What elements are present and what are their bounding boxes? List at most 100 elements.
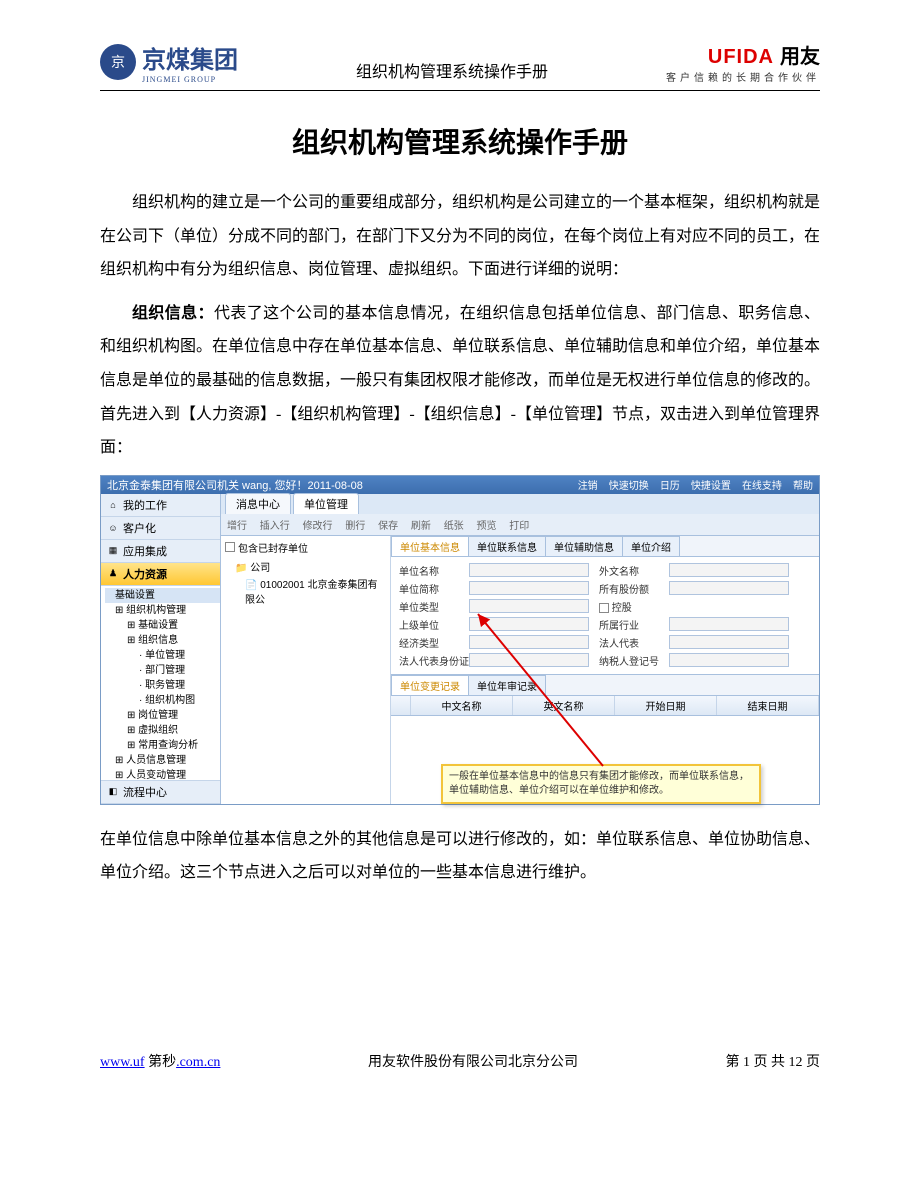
tree-node[interactable]: ⊞ 组织信息: [105, 633, 220, 648]
form-input[interactable]: [669, 563, 789, 577]
page-header: 京 京煤集团 JINGMEI GROUP 组织机构管理系统操作手册 UFIDA用…: [100, 40, 820, 88]
form-input[interactable]: [469, 581, 589, 595]
toolbar-save[interactable]: 保存: [378, 521, 398, 532]
sidebar-item-customer[interactable]: ☺客户化: [101, 517, 220, 540]
form-input[interactable]: [669, 653, 789, 667]
tb-link-help[interactable]: 帮助: [793, 481, 813, 492]
tb-link-shortcut[interactable]: 快捷设置: [691, 481, 731, 492]
tree-node[interactable]: ⊞ 组织机构管理: [105, 603, 220, 618]
tree-pane: 包含已封存单位 📁 公司 📄 01002001 北京金泰集团有限公: [221, 536, 391, 804]
toolbar-delete[interactable]: 删行: [345, 521, 365, 532]
logo-icon: 京: [100, 44, 136, 80]
tab-messages[interactable]: 消息中心: [225, 493, 291, 514]
paragraph-2: 组织信息：代表了这个公司的基本信息情况，在组织信息包括单位信息、部门信息、职务信…: [100, 297, 820, 465]
subtab-aux[interactable]: 单位辅助信息: [545, 536, 623, 556]
form-label: 所属行业: [599, 617, 659, 632]
tb-link-calendar[interactable]: 日历: [660, 481, 680, 492]
form-input[interactable]: [469, 653, 589, 667]
form-input[interactable]: [469, 635, 589, 649]
form-label: 单位类型: [399, 599, 459, 614]
ufida-logo-block: UFIDA用友 客户信赖的长期合作伙伴: [666, 40, 820, 84]
form-label: 控股: [599, 599, 659, 614]
tree-node[interactable]: · 职务管理: [105, 678, 220, 693]
header-divider: [100, 90, 820, 91]
include-archived-checkbox[interactable]: 包含已封存单位: [225, 540, 386, 555]
sidebar-item-integration[interactable]: ▦应用集成: [101, 540, 220, 563]
tb-link-logout[interactable]: 注销: [578, 481, 598, 492]
toolbar-print[interactable]: 打印: [509, 521, 529, 532]
tb-link-switch[interactable]: 快速切换: [609, 481, 649, 492]
toolbar-paper[interactable]: 纸张: [444, 521, 464, 532]
logo-subtext: JINGMEI GROUP: [142, 75, 238, 84]
form-label: 经济类型: [399, 635, 459, 650]
tree-node[interactable]: ⊞ 基础设置: [105, 618, 220, 633]
toolbar-insert[interactable]: 插入行: [260, 521, 290, 532]
sidebar-item-mywork[interactable]: ⌂我的工作: [101, 494, 220, 517]
sidebar-item-flow[interactable]: ◧流程中心: [101, 780, 220, 804]
th-cn: 中文名称: [411, 696, 513, 715]
toolbar-refresh[interactable]: 刷新: [411, 521, 431, 532]
header-center-title: 组织机构管理系统操作手册: [356, 58, 548, 82]
form-input[interactable]: [669, 617, 789, 631]
tree-node[interactable]: ⊞ 虚拟组织: [105, 723, 220, 738]
paragraph-1: 组织机构的建立是一个公司的重要组成部分，组织机构是公司建立的一个基本框架，组织机…: [100, 186, 820, 287]
sidebar-item-hr[interactable]: ♟人力资源: [101, 563, 220, 586]
toolbar-add[interactable]: 增行: [227, 521, 247, 532]
table-header: 中文名称 英文名称 开始日期 结束日期: [391, 696, 819, 716]
page-footer: www.uf 第秒.com.cn 用友软件股份有限公司北京分公司 第 1 页 共…: [100, 1051, 820, 1071]
hr-icon: ♟: [107, 568, 119, 580]
subtab-intro[interactable]: 单位介绍: [622, 536, 680, 556]
th-end: 结束日期: [717, 696, 819, 715]
tb-link-support[interactable]: 在线支持: [742, 481, 782, 492]
footer-company: 用友软件股份有限公司北京分公司: [368, 1051, 578, 1071]
form-area: 单位名称外文名称单位简称所有股份额单位类型 控股上级单位所属行业经济类型法人代表…: [391, 557, 819, 674]
tree-node[interactable]: ⊞ 岗位管理: [105, 708, 220, 723]
subtab-contact[interactable]: 单位联系信息: [468, 536, 546, 556]
form-label: 外文名称: [599, 563, 659, 578]
form-label: 纳税人登记号: [599, 653, 659, 668]
toolbar-preview[interactable]: 预览: [476, 521, 496, 532]
tree-node[interactable]: ⊞ 人员变动管理: [105, 768, 220, 780]
tab-unit-mgmt[interactable]: 单位管理: [293, 493, 359, 514]
callout-text: 一般在单位基本信息中的信息只有集团才能修改，而单位联系信息，单位辅助信息、单位介…: [449, 771, 749, 796]
app-body: ⌂我的工作 ☺客户化 ▦应用集成 ♟人力资源 基础设置⊞ 组织机构管理⊞ 基础设…: [101, 494, 819, 804]
subtab-basic[interactable]: 单位基本信息: [391, 536, 469, 556]
callout-note: 一般在单位基本信息中的信息只有集团才能修改，而单位联系信息，单位辅助信息、单位介…: [441, 764, 761, 804]
toolbar-edit[interactable]: 修改行: [303, 521, 333, 532]
tree-root[interactable]: 📁 公司: [225, 558, 386, 575]
tree-node[interactable]: 基础设置: [105, 588, 220, 603]
tree-child[interactable]: 📄 01002001 北京金泰集团有限公: [225, 575, 386, 607]
footer-link[interactable]: www.uf 第秒.com.cn: [100, 1051, 220, 1071]
tree-node[interactable]: · 组织机构图: [105, 693, 220, 708]
detail-pane: 单位基本信息 单位联系信息 单位辅助信息 单位介绍 单位名称外文名称单位简称所有…: [391, 536, 819, 804]
ufida-logo-sub: 客户信赖的长期合作伙伴: [666, 69, 820, 84]
tree-node[interactable]: · 部门管理: [105, 663, 220, 678]
titlebar-text: 北京金泰集团有限公司机关 wang, 您好！2011-08-08: [107, 477, 363, 493]
app-titlebar: 北京金泰集团有限公司机关 wang, 您好！2011-08-08 注销 快速切换…: [101, 476, 819, 494]
form-label: 法人代表身份证号: [399, 653, 459, 668]
th-en: 英文名称: [513, 696, 615, 715]
subtab2-change[interactable]: 单位变更记录: [391, 675, 469, 695]
form-label: 上级单位: [399, 617, 459, 632]
subtab2-audit[interactable]: 单位年审记录: [468, 675, 546, 695]
tree-node[interactable]: · 单位管理: [105, 648, 220, 663]
app-icon: ▦: [107, 545, 119, 557]
nav-tree: 基础设置⊞ 组织机构管理⊞ 基础设置⊞ 组织信息· 单位管理· 部门管理· 职务…: [101, 586, 220, 780]
form-input[interactable]: [669, 581, 789, 595]
paragraph-3: 在单位信息中除单位基本信息之外的其他信息是可以进行修改的，如：单位联系信息、单位…: [100, 823, 820, 890]
form-input[interactable]: [469, 563, 589, 577]
form-input[interactable]: [469, 599, 589, 613]
table-body: 一般在单位基本信息中的信息只有集团才能修改，而单位联系信息，单位辅助信息、单位介…: [391, 716, 819, 804]
form-input[interactable]: [669, 635, 789, 649]
form-input[interactable]: [469, 617, 589, 631]
tree-node[interactable]: ⊞ 常用查询分析: [105, 738, 220, 753]
toolbar: 增行 插入行 修改行 删行 保存 刷新 纸张 预览 打印: [221, 514, 819, 536]
tree-node[interactable]: ⊞ 人员信息管理: [105, 753, 220, 768]
history-tabs: 单位变更记录 单位年审记录: [391, 674, 819, 696]
main-area: 消息中心 单位管理 增行 插入行 修改行 删行 保存 刷新 纸张 预览 打印 包…: [221, 494, 819, 804]
ufida-logo-en: UFIDA: [708, 46, 774, 68]
org-info-label: 组织信息：: [132, 305, 214, 322]
form-label: 单位名称: [399, 563, 459, 578]
document-page: 京 京煤集团 JINGMEI GROUP 组织机构管理系统操作手册 UFIDA用…: [0, 0, 920, 1101]
home-icon: ⌂: [107, 499, 119, 511]
